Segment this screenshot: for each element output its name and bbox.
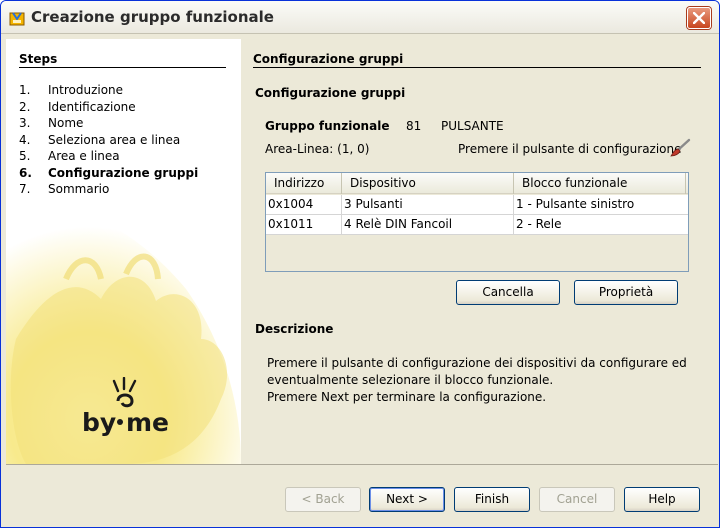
- step-item: 5. Area e linea: [19, 149, 120, 163]
- cell-device: 4 Relè DIN Fancoil: [342, 215, 514, 234]
- description-line: eventualmente selezionare il blocco funz…: [267, 373, 554, 387]
- description-title: Descrizione: [255, 322, 334, 336]
- column-header-device[interactable]: Dispositivo: [342, 173, 514, 194]
- step-item: 1. Introduzione: [19, 83, 124, 97]
- main-panel: Configurazione gruppi Configurazione gru…: [241, 39, 718, 464]
- back-button[interactable]: < Back: [285, 487, 361, 512]
- title-bar[interactable]: Creazione gruppo funzionale: [1, 1, 719, 34]
- next-button[interactable]: Next >: [369, 487, 445, 512]
- step-item-active: 6. Configurazione gruppi: [19, 165, 199, 180]
- steps-list: 1. Introduzione 2. Identificazione 3. Nome …: [19, 82, 198, 198]
- table-row[interactable]: 0x1004 3 Pulsanti 1 - Pulsante sinistro: [266, 195, 688, 215]
- window-title: Creazione gruppo funzionale: [31, 8, 274, 26]
- close-icon: [693, 12, 705, 24]
- cell-address: 0x1004: [266, 195, 342, 214]
- wizard-window: Creazione gruppo funzionale Steps 1. Int…: [0, 0, 720, 528]
- config-hint: Premere il pulsante di configurazione: [458, 142, 682, 156]
- step-item: 2. Identificazione: [19, 99, 136, 114]
- app-icon: [9, 12, 25, 26]
- description-line: Premere il pulsante di configurazione de…: [267, 356, 687, 370]
- steps-sidebar: Steps 1. Introduzione 2. Identificazione 3…: [6, 39, 241, 464]
- steps-divider: [19, 67, 226, 68]
- column-header-block[interactable]: Blocco funzionale: [514, 173, 686, 194]
- panel-subtitle: Configurazione gruppi: [255, 86, 406, 100]
- table-row[interactable]: 0x1011 4 Relè DIN Fancoil 2 - Rele: [266, 215, 688, 235]
- svg-text:by: by: [82, 408, 116, 437]
- cell-block: 1 - Pulsante sinistro: [516, 197, 635, 211]
- help-button[interactable]: Help: [624, 487, 700, 512]
- paintbrush-icon[interactable]: [669, 138, 691, 158]
- description-line: Premere Next per terminare la configuraz…: [267, 390, 547, 404]
- description-text: Premere il pulsante di configurazione de…: [267, 355, 687, 406]
- table-header: Indirizzo Dispositivo Blocco funzionale: [266, 173, 688, 194]
- step-item: 4. Seleziona area e linea: [19, 132, 181, 147]
- steps-title: Steps: [19, 52, 58, 66]
- cell-address: 0x1011: [266, 215, 342, 234]
- step-item: 3. Nome: [19, 116, 84, 130]
- finish-button[interactable]: Finish: [454, 487, 530, 512]
- group-name: PULSANTE: [441, 119, 504, 133]
- area-line-value: Area-Linea: (1, 0): [265, 142, 370, 156]
- footer-divider: [6, 464, 718, 465]
- close-button[interactable]: [687, 7, 711, 29]
- cancel-button[interactable]: Cancel: [539, 487, 615, 512]
- cell-device: 3 Pulsanti: [342, 195, 514, 214]
- group-label: Gruppo funzionale: [265, 119, 390, 133]
- column-header-address[interactable]: Indirizzo: [266, 173, 342, 194]
- svg-text:me: me: [126, 408, 169, 437]
- section-divider: [253, 67, 701, 68]
- devices-table: Indirizzo Dispositivo Blocco funzionale …: [265, 172, 689, 272]
- group-number: 81: [406, 119, 422, 133]
- step-item: 7. Sommario: [19, 182, 110, 196]
- section-title: Configurazione gruppi: [253, 52, 404, 66]
- cell-block: 2 - Rele: [516, 217, 562, 231]
- byme-logo: by me: [82, 377, 169, 437]
- properties-button[interactable]: Proprietà: [574, 280, 678, 305]
- delete-button[interactable]: Cancella: [456, 280, 560, 305]
